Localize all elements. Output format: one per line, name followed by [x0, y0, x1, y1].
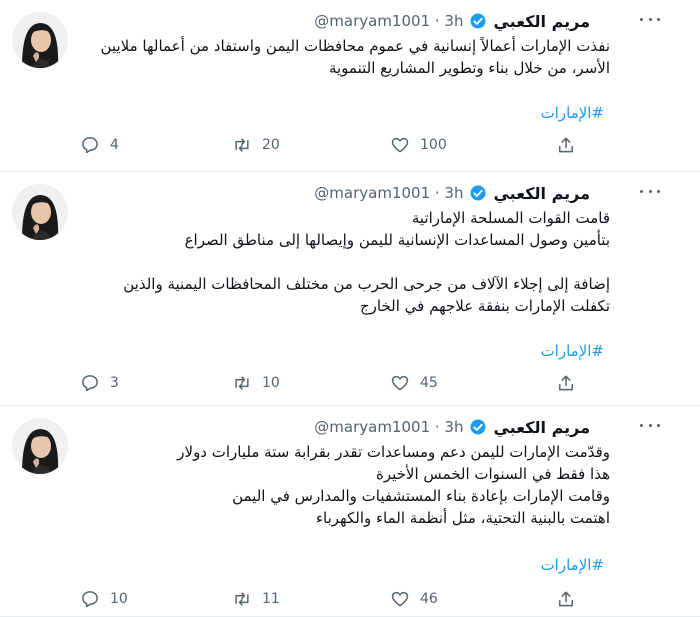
reply-count: 4: [110, 137, 119, 153]
reply-count: 3: [110, 375, 119, 391]
retweet-icon: [235, 138, 249, 152]
tweet-text-line: بتأمين وصول المساعدات الإنسانية لليمن وإ…: [184, 231, 610, 249]
like-button[interactable]: 45: [390, 373, 438, 393]
tweet[interactable]: مريم الكعبي @maryam1001 · 3h نفذت الإمار…: [0, 0, 700, 172]
verified-badge-icon: [469, 418, 487, 436]
tweet-header: مريم الكعبي @maryam1001 · 3h: [314, 416, 590, 438]
tweet-text-line: قامت القوات المسلحة الإماراتية: [411, 209, 610, 227]
more-options-icon[interactable]: [640, 188, 660, 194]
verified-badge-icon: [469, 12, 487, 30]
author-handle-time[interactable]: @maryam1001 · 3h: [314, 418, 463, 436]
heart-icon: [391, 375, 409, 391]
tweet-header: مريم الكعبي @maryam1001 · 3h: [314, 182, 590, 204]
tweet-text-line: إضافة إلى إجلاء الآلاف من جرحى الحرب من …: [123, 275, 610, 293]
retweet-button[interactable]: 10: [232, 373, 280, 393]
author-handle-time[interactable]: @maryam1001 · 3h: [314, 184, 463, 202]
share-button[interactable]: [556, 373, 576, 393]
retweet-button[interactable]: 20: [232, 135, 280, 155]
reply-count: 10: [110, 591, 128, 607]
tweet-text: نفذت الإمارات أعمالاً إنسانية في عموم مح…: [101, 35, 610, 79]
reply-icon: [82, 591, 98, 608]
avatar[interactable]: [12, 12, 68, 68]
more-options-icon[interactable]: [640, 422, 660, 428]
tweet-text-line: وقامت الإمارات بإعادة بناء المستشفيات وا…: [232, 487, 610, 505]
reply-button[interactable]: 10: [80, 589, 128, 609]
like-button[interactable]: 100: [390, 135, 447, 155]
heart-icon: [391, 137, 409, 153]
tweet-header: مريم الكعبي @maryam1001 · 3h: [314, 10, 590, 32]
reply-icon: [82, 137, 98, 154]
retweet-count: 20: [262, 137, 280, 153]
avatar[interactable]: [12, 184, 68, 240]
tweet-feed: مريم الكعبي @maryam1001 · 3h نفذت الإمار…: [0, 0, 700, 617]
share-button[interactable]: [556, 589, 576, 609]
tweet-text-line: هذا فقط في السنوات الخمس الأخيرة: [375, 465, 610, 483]
more-options-icon[interactable]: [640, 16, 660, 22]
tweet-text: وقدّمت الإمارات لليمن دعم ومساعدات تقدر …: [177, 441, 610, 529]
author-name[interactable]: مريم الكعبي: [493, 12, 590, 31]
retweet-icon: [235, 376, 249, 390]
tweet[interactable]: مريم الكعبي @maryam1001 · 3h وقدّمت الإم…: [0, 406, 700, 617]
like-count: 45: [420, 375, 438, 391]
tweet-text: قامت القوات المسلحة الإماراتية بتأمين وص…: [123, 207, 610, 317]
hashtag-link[interactable]: #الإمارات: [541, 556, 604, 574]
retweet-count: 10: [262, 375, 280, 391]
author-handle-time[interactable]: @maryam1001 · 3h: [314, 12, 463, 30]
tweet-actions: 4 20 100: [80, 135, 580, 159]
like-count: 100: [420, 137, 447, 153]
tweet-text-line: نفذت الإمارات أعمالاً إنسانية في عموم مح…: [100, 37, 610, 55]
tweet-text-line: وقدّمت الإمارات لليمن دعم ومساعدات تقدر …: [177, 443, 610, 461]
verified-badge-icon: [469, 184, 487, 202]
retweet-button[interactable]: 11: [232, 589, 280, 609]
share-icon: [559, 591, 573, 607]
heart-icon: [391, 591, 409, 607]
tweet-actions: 10 11 46: [80, 589, 580, 613]
reply-button[interactable]: 4: [80, 135, 119, 155]
like-button[interactable]: 46: [390, 589, 438, 609]
author-name[interactable]: مريم الكعبي: [493, 184, 590, 203]
like-count: 46: [420, 591, 438, 607]
reply-button[interactable]: 3: [80, 373, 119, 393]
reply-icon: [82, 375, 98, 392]
avatar[interactable]: [12, 418, 68, 474]
hashtag-link[interactable]: #الإمارات: [541, 342, 604, 360]
hashtag-link[interactable]: #الإمارات: [541, 104, 604, 122]
tweet-text-line: اهتمت بالبنية التحتية، مثل أنظمة الماء و…: [315, 509, 610, 527]
tweet-text-line: تكفلت الإمارات بنفقة علاجهم في الخارج: [359, 297, 610, 315]
share-button[interactable]: [556, 135, 576, 155]
author-name[interactable]: مريم الكعبي: [493, 418, 590, 437]
tweet-text-line: الأسر، من خلال بناء وتطوير المشاريع التن…: [328, 59, 610, 77]
tweet[interactable]: مريم الكعبي @maryam1001 · 3h قامت القوات…: [0, 172, 700, 406]
share-icon: [559, 137, 573, 153]
share-icon: [559, 375, 573, 391]
retweet-icon: [235, 592, 249, 606]
tweet-actions: 3 10 45: [80, 373, 580, 397]
retweet-count: 11: [262, 591, 280, 607]
